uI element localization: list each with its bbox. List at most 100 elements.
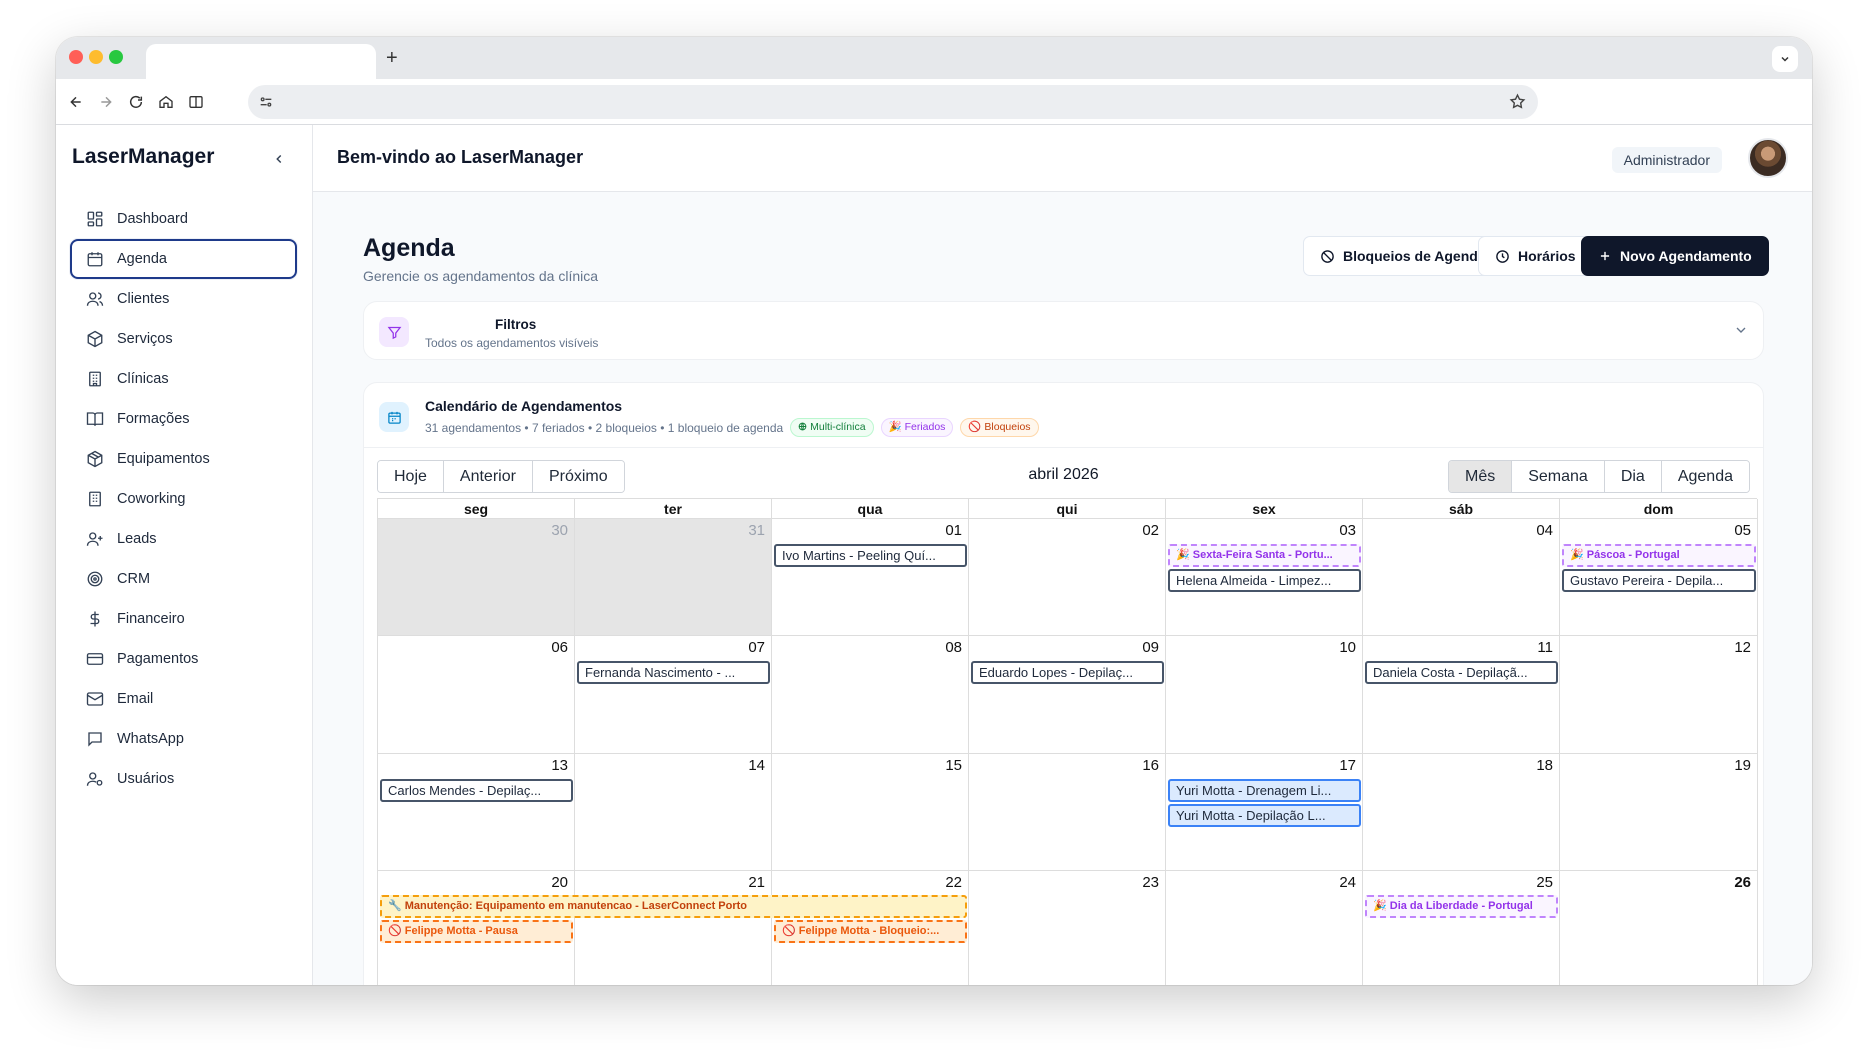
day-cell[interactable]: 19 (1560, 754, 1758, 871)
dollar-icon (84, 608, 106, 630)
sidebar-item-crm[interactable]: CRM (70, 559, 297, 599)
user-cog-icon (84, 768, 106, 790)
sidebar-item-pagamentos[interactable]: Pagamentos (70, 639, 297, 679)
day-cell[interactable]: 13 (378, 754, 575, 871)
tab-menu-button[interactable] (1772, 46, 1798, 72)
sidebar-item-coworking[interactable]: Coworking (70, 479, 297, 519)
sidebar-item-label: Serviços (117, 331, 173, 347)
chevron-down-icon (1781, 56, 1789, 62)
holiday-event[interactable]: 🎉 Sexta-Feira Santa - Portu... (1168, 544, 1361, 567)
day-cell[interactable]: 04 (1363, 519, 1560, 636)
day-view-button[interactable]: Dia (1604, 461, 1662, 492)
address-bar[interactable] (248, 85, 1538, 119)
avatar[interactable] (1748, 138, 1788, 178)
sidebar-item-dashboard[interactable]: Dashboard (70, 199, 297, 239)
day-cell[interactable]: 15 (772, 754, 969, 871)
day-cell[interactable]: 23 (969, 871, 1166, 985)
calendar-title: Calendário de Agendamentos (425, 398, 623, 414)
block-event[interactable]: 🚫 Felippe Motta - Pausa (380, 920, 573, 943)
appointment-event[interactable]: Carlos Mendes - Depilaç... (380, 779, 573, 802)
day-cell[interactable]: 21 (575, 871, 772, 985)
appointment-event-selected[interactable]: Yuri Motta - Drenagem Li... (1168, 779, 1361, 802)
main-content: Agenda Gerencie os agendamentos da clíni… (313, 192, 1812, 985)
arrow-left-icon (70, 96, 81, 108)
schedule-blocks-button[interactable]: Bloqueios de Agenda (1303, 236, 1503, 276)
close-window-button[interactable] (69, 50, 83, 64)
day-cell[interactable]: 11 (1363, 636, 1560, 754)
bookmark-star-icon[interactable] (1509, 93, 1526, 110)
chevron-down-icon[interactable] (1733, 322, 1749, 343)
day-cell[interactable]: 31 (575, 519, 772, 636)
app-root: LaserManager Dashboard Agenda Clientes S… (56, 125, 1812, 985)
day-number: 02 (1142, 522, 1159, 539)
holidays-badge: 🎉 Feriados (880, 418, 954, 437)
home-button[interactable] (154, 90, 178, 114)
new-appointment-button[interactable]: Novo Agendamento (1581, 236, 1769, 276)
sidebar-item-usuarios[interactable]: Usuários (70, 759, 297, 799)
day-cell[interactable]: 18 (1363, 754, 1560, 871)
day-number: 24 (1339, 874, 1356, 891)
minimize-window-button[interactable] (89, 50, 103, 64)
dashboard-icon (84, 208, 106, 230)
new-tab-button[interactable]: + (386, 43, 398, 73)
month-view-button[interactable]: Mês (1448, 461, 1513, 492)
reload-button[interactable] (124, 90, 148, 114)
appointment-event[interactable]: Eduardo Lopes - Depilaç... (971, 661, 1164, 684)
day-cell[interactable]: 08 (772, 636, 969, 754)
day-cell[interactable]: 30 (378, 519, 575, 636)
site-settings-icon[interactable] (258, 94, 274, 110)
day-number: 10 (1339, 639, 1356, 656)
day-cell[interactable]: 10 (1166, 636, 1363, 754)
day-cell[interactable]: 12 (1560, 636, 1758, 754)
appointment-event-selected[interactable]: Yuri Motta - Depilação L... (1168, 804, 1361, 827)
day-cell[interactable]: 02 (969, 519, 1166, 636)
sidebar-item-equipamentos[interactable]: Equipamentos (70, 439, 297, 479)
sidebar-item-label: CRM (117, 571, 151, 587)
filters-panel[interactable]: Filtros Todos os agendamentos visíveis (363, 301, 1764, 360)
day-cell[interactable]: 09 (969, 636, 1166, 754)
block-event[interactable]: 🚫 Felippe Motta - Bloqueio:... (774, 920, 967, 943)
day-cell-today[interactable]: 26 (1560, 871, 1758, 985)
sidebar-item-formacoes[interactable]: Formações (70, 399, 297, 439)
sidebar-item-leads[interactable]: Leads (70, 519, 297, 559)
sidebar-item-financeiro[interactable]: Financeiro (70, 599, 297, 639)
browser-tab[interactable] (146, 44, 376, 79)
week-view-button[interactable]: Semana (1512, 461, 1605, 492)
day-cell[interactable]: 25 (1363, 871, 1560, 985)
appointment-event[interactable]: Fernanda Nascimento - ... (577, 661, 770, 684)
maintenance-event[interactable]: 🔧 Manutenção: Equipamento em manutencao … (380, 895, 967, 918)
sidebar-item-label: Formações (117, 411, 190, 427)
appointment-event[interactable]: Daniela Costa - Depilaçã... (1365, 661, 1558, 684)
appointment-event[interactable]: Ivo Martins - Peeling Quí... (774, 544, 967, 567)
sidebar-item-clientes[interactable]: Clientes (70, 279, 297, 319)
sidebar-item-label: Email (117, 691, 154, 707)
holiday-event[interactable]: 🎉 Páscoa - Portugal (1562, 544, 1756, 567)
day-cell[interactable]: 07 (575, 636, 772, 754)
sidebar-item-servicos[interactable]: Serviços (70, 319, 297, 359)
calendar-header-divider (364, 447, 1763, 448)
brand-logo[interactable]: LaserManager (72, 145, 214, 169)
reader-button[interactable] (184, 90, 208, 114)
appointment-event[interactable]: Gustavo Pereira - Depila... (1562, 569, 1756, 592)
page-subtitle: Gerencie os agendamentos da clínica (363, 268, 599, 284)
day-cell[interactable]: 01 (772, 519, 969, 636)
maximize-window-button[interactable] (109, 50, 123, 64)
sidebar-item-email[interactable]: Email (70, 679, 297, 719)
day-cell[interactable]: 24 (1166, 871, 1363, 985)
agenda-view-button[interactable]: Agenda (1661, 461, 1749, 492)
appointment-event[interactable]: Helena Almeida - Limpez... (1168, 569, 1361, 592)
day-cell[interactable]: 14 (575, 754, 772, 871)
sidebar-item-whatsapp[interactable]: WhatsApp (70, 719, 297, 759)
sidebar-nav: Dashboard Agenda Clientes Serviços Clíni… (70, 199, 297, 799)
holiday-event[interactable]: 🎉 Dia da Liberdade - Portugal (1365, 895, 1558, 918)
sidebar-item-clinicas[interactable]: Clínicas (70, 359, 297, 399)
back-button[interactable] (64, 90, 88, 114)
working-hours-button[interactable]: Horários (1478, 236, 1593, 276)
day-cell[interactable]: 06 (378, 636, 575, 754)
book-icon (84, 408, 106, 430)
collapse-sidebar-button[interactable] (267, 147, 291, 171)
chat-icon (84, 728, 106, 750)
day-cell[interactable]: 16 (969, 754, 1166, 871)
forward-button[interactable] (94, 90, 118, 114)
sidebar-item-agenda[interactable]: Agenda (70, 239, 297, 279)
